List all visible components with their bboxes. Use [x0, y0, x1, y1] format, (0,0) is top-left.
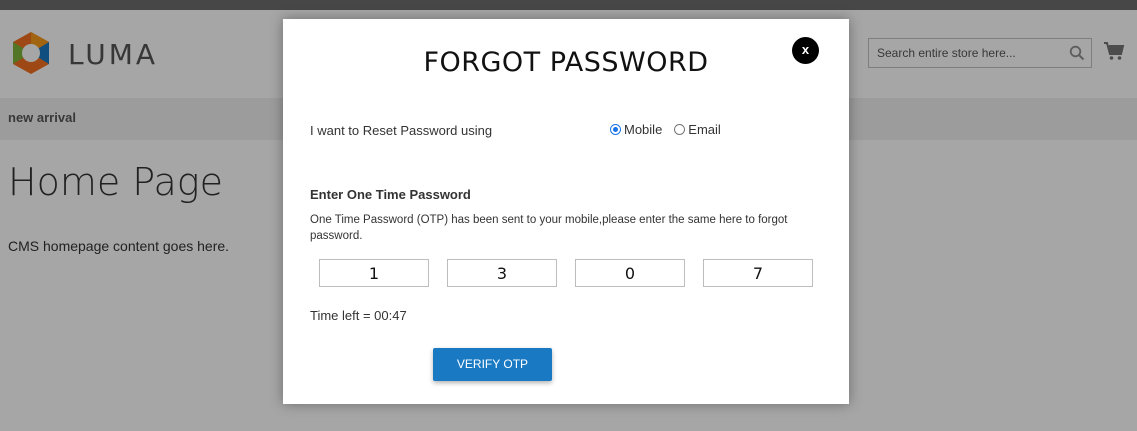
- otp-timer: Time left = 00:47: [310, 308, 407, 323]
- otp-digit-3[interactable]: 0: [575, 259, 685, 287]
- otp-description: One Time Password (OTP) has been sent to…: [310, 214, 788, 242]
- email-radio[interactable]: [674, 124, 686, 135]
- close-button[interactable]: x: [792, 37, 819, 64]
- forgot-password-modal: FORGOT PASSWORD x I want to Reset Passwo…: [283, 19, 849, 404]
- otp-heading: Enter One Time Password: [310, 187, 471, 202]
- email-option[interactable]: Email: [674, 122, 721, 137]
- modal-title: FORGOT PASSWORD: [423, 47, 709, 78]
- mobile-radio[interactable]: [610, 124, 621, 135]
- email-option-label[interactable]: Email: [688, 122, 721, 137]
- mobile-option-label[interactable]: Mobile: [624, 122, 662, 137]
- otp-digit-2[interactable]: 3: [447, 259, 557, 287]
- otp-digit-4[interactable]: 7: [703, 259, 813, 287]
- mobile-option[interactable]: Mobile: [610, 122, 662, 137]
- otp-input-row: 1 3 0 7: [319, 259, 813, 287]
- reset-method-label: I want to Reset Password using: [310, 123, 493, 138]
- reset-method-radio-group: Mobile Email: [610, 122, 733, 137]
- verify-otp-button[interactable]: VERIFY OTP: [433, 348, 552, 381]
- otp-digit-1[interactable]: 1: [319, 259, 429, 287]
